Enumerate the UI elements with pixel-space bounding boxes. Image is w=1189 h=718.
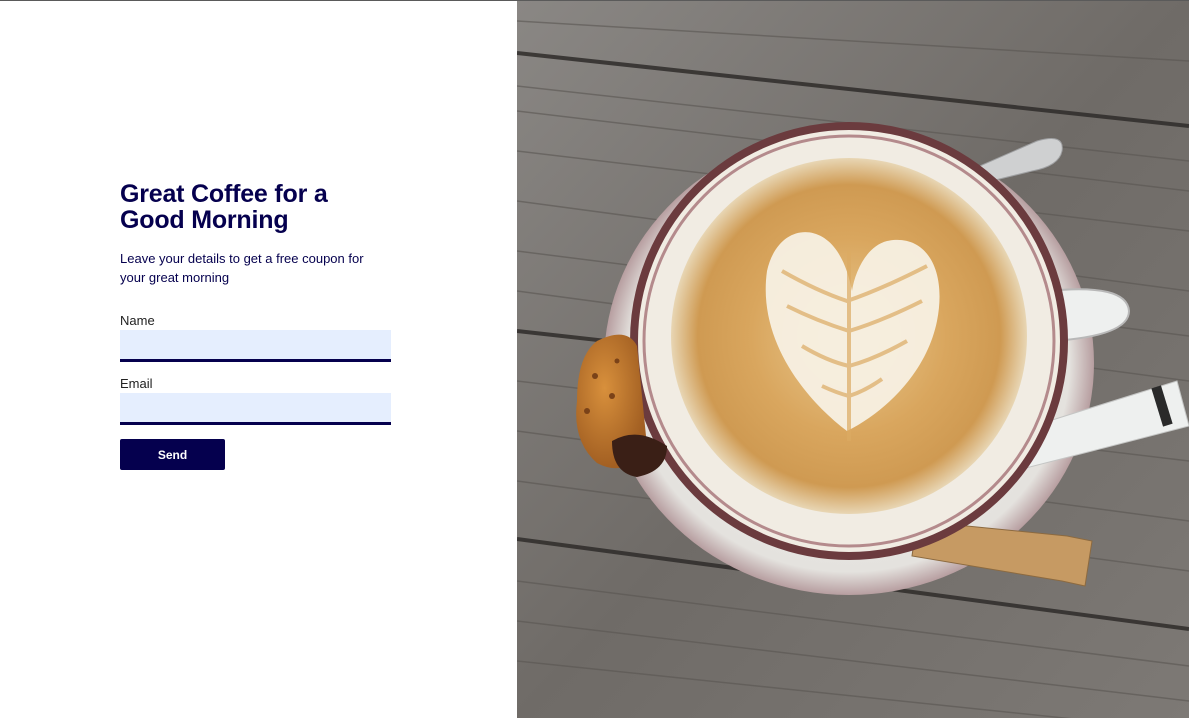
name-label: Name xyxy=(120,313,155,328)
form-panel: Great Coffee for a Good Morning Leave yo… xyxy=(0,1,517,718)
page-title: Great Coffee for a Good Morning xyxy=(120,180,328,234)
signup-form: Great Coffee for a Good Morning Leave yo… xyxy=(120,181,392,470)
name-field[interactable] xyxy=(120,330,391,362)
email-label: Email xyxy=(120,376,153,391)
send-button[interactable]: Send xyxy=(120,439,225,470)
email-field[interactable] xyxy=(120,393,391,425)
coffee-photo xyxy=(517,1,1189,718)
page-subtitle: Leave your details to get a free coupon … xyxy=(120,251,364,285)
landing-page: Great Coffee for a Good Morning Leave yo… xyxy=(0,0,1189,718)
coffee-cup-image xyxy=(517,1,1189,718)
